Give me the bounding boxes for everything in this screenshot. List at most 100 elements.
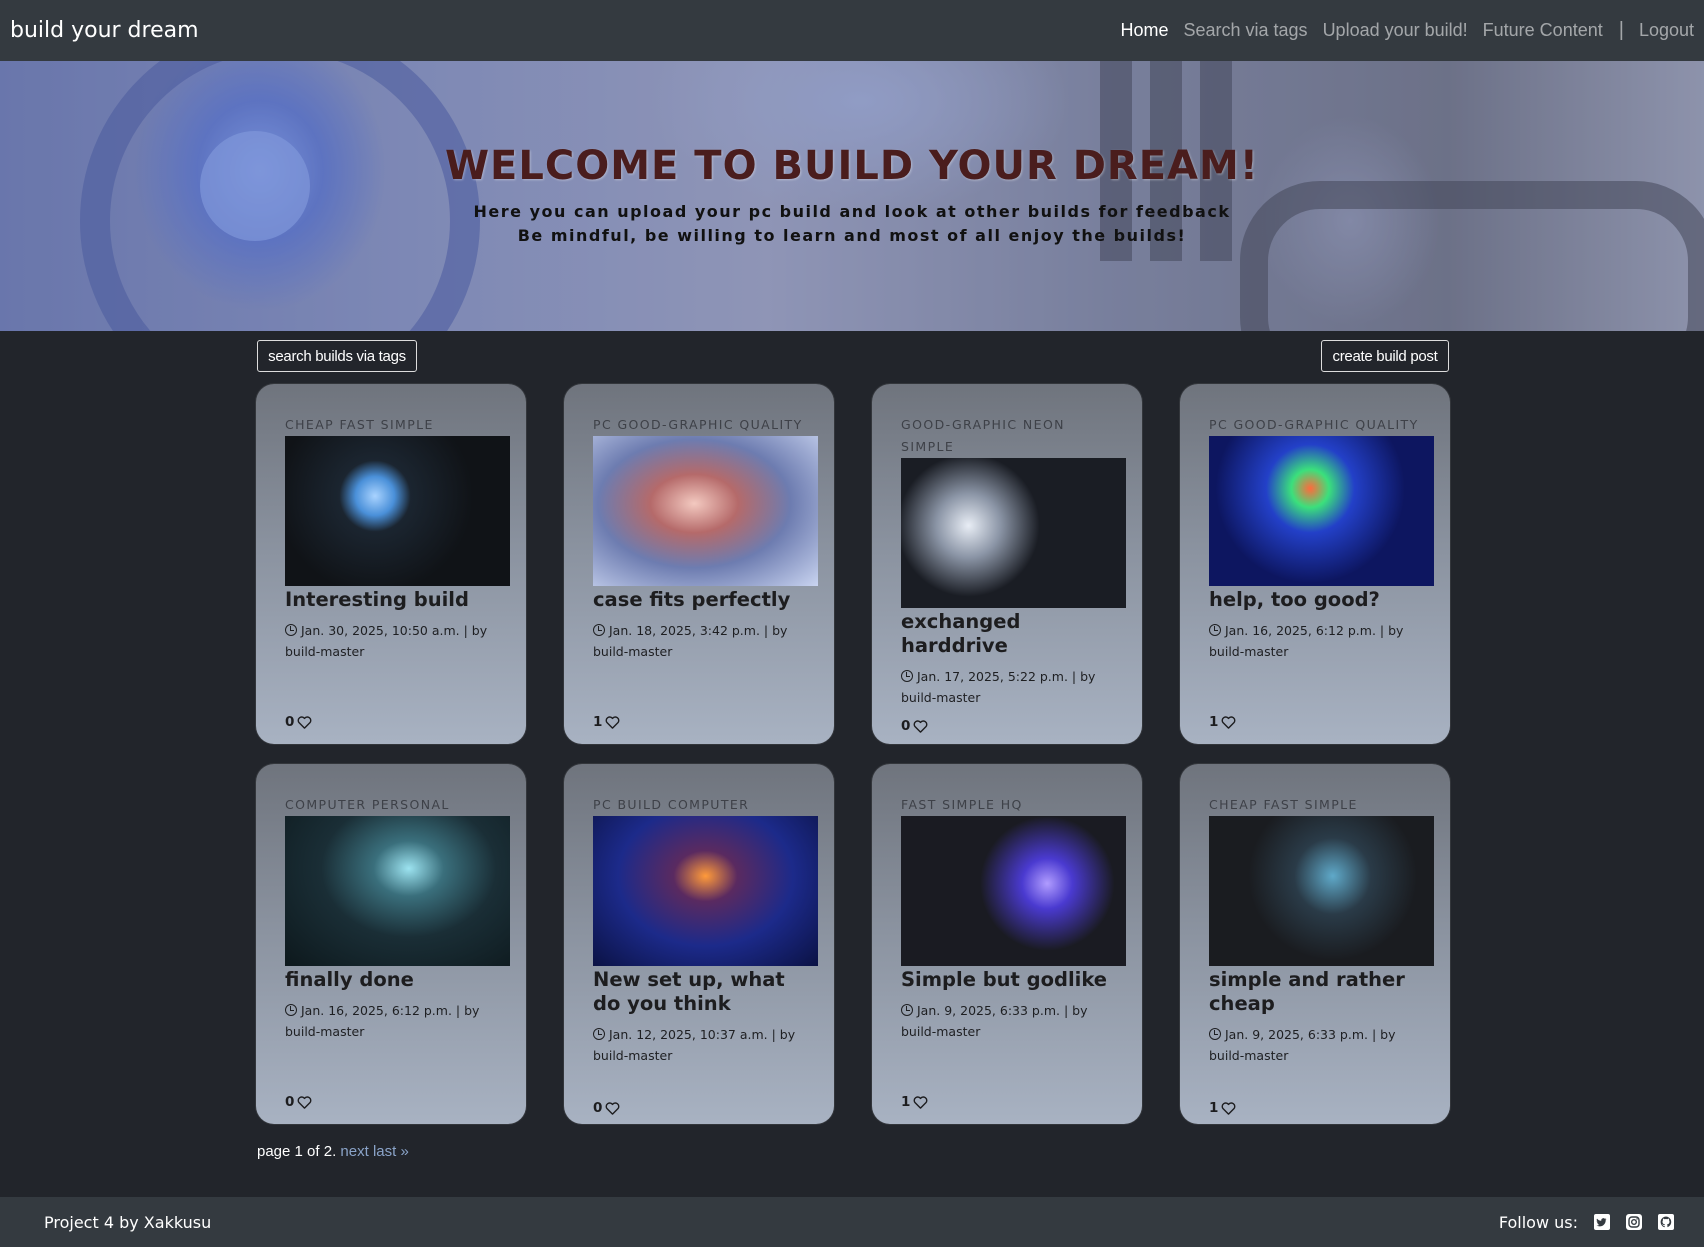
like-count-value: 1 (1209, 1100, 1219, 1116)
post-meta: Jan. 17, 2025, 5:22 p.m. | by build-mast… (901, 666, 1113, 708)
brand-link[interactable]: build your dream (10, 18, 199, 43)
hero-title: WELCOME TO BUILD YOUR DREAM! (444, 143, 1260, 189)
post-meta: Jan. 16, 2025, 6:12 p.m. | by build-mast… (285, 1000, 497, 1042)
post-title[interactable]: Interesting build (285, 588, 497, 612)
clock-icon (901, 1004, 913, 1016)
post-title[interactable]: case fits perfectly (593, 588, 805, 612)
clock-icon (1209, 1028, 1221, 1040)
like-count-value: 0 (593, 1100, 603, 1116)
post-meta-text: Jan. 12, 2025, 10:37 a.m. | by build-mas… (593, 1027, 796, 1063)
footer-social: Follow us: (1499, 1213, 1674, 1232)
heart-icon[interactable] (297, 715, 312, 729)
nav-home[interactable]: Home (1120, 20, 1168, 41)
like-count: 0 (593, 1100, 620, 1116)
like-count: 0 (285, 714, 312, 730)
pc-build-photo-glass-case[interactable] (901, 816, 1126, 966)
post-title[interactable]: exchanged harddrive (901, 610, 1113, 658)
pagination: page 1 of 2. next last » (257, 1143, 409, 1160)
post-meta-text: Jan. 16, 2025, 6:12 p.m. | by build-mast… (285, 1003, 480, 1039)
post-title[interactable]: New set up, what do you think (593, 968, 805, 1016)
post-title[interactable]: finally done (285, 968, 497, 992)
post-meta: Jan. 9, 2025, 6:33 p.m. | by build-maste… (901, 1000, 1113, 1042)
post-card[interactable]: CHEAP FAST SIMPLE Interesting build Jan. 3… (256, 384, 526, 744)
like-count-value: 1 (901, 1094, 911, 1110)
github-icon[interactable] (1658, 1214, 1674, 1230)
heart-icon[interactable] (297, 1095, 312, 1109)
clock-icon (901, 670, 913, 682)
post-meta: Jan. 9, 2025, 6:33 p.m. | by build-maste… (1209, 1024, 1421, 1066)
like-count: 1 (1209, 1100, 1236, 1116)
heart-icon[interactable] (605, 715, 620, 729)
like-count-value: 0 (901, 718, 911, 734)
follow-us-label: Follow us: (1498, 1212, 1578, 1232)
pc-build-photo-blue-aio-cooler[interactable] (285, 436, 510, 586)
post-tags: CHEAP FAST SIMPLE (285, 417, 434, 432)
heart-icon[interactable] (605, 1101, 620, 1115)
like-count: 1 (593, 714, 620, 730)
post-card[interactable]: PC GOOD-GRAPHIC QUALITY help, too good? Ja… (1180, 384, 1450, 744)
create-build-post-button[interactable]: create build post (1321, 340, 1449, 372)
post-title[interactable]: Simple but godlike (901, 968, 1113, 992)
post-card[interactable]: COMPUTER PERSONAL finally done Jan. 16, 20… (256, 764, 526, 1124)
clock-icon (285, 624, 297, 636)
heart-icon[interactable] (913, 719, 928, 733)
nav-search-tags[interactable]: Search via tags (1183, 20, 1307, 41)
hero-subtitle-line2: Be mindful, be willing to learn and most… (517, 226, 1187, 245)
like-count-value: 1 (1209, 714, 1219, 730)
pc-build-photo-dark-rog[interactable] (285, 816, 510, 966)
post-card[interactable]: PC GOOD-GRAPHIC QUALITY case fits perfect… (564, 384, 834, 744)
like-count: 0 (901, 718, 928, 734)
navbar: build your dream Home Search via tags Up… (0, 0, 1704, 61)
pagination-next-link[interactable]: next (340, 1143, 368, 1160)
like-count-value: 0 (285, 1094, 295, 1110)
pc-build-photo-geforce-rtx[interactable] (593, 816, 818, 966)
pc-build-photo-white-fans[interactable] (901, 458, 1126, 608)
heart-icon[interactable] (1221, 715, 1236, 729)
post-title[interactable]: simple and rather cheap (1209, 968, 1421, 1016)
post-meta-text: Jan. 30, 2025, 10:50 a.m. | by build-mas… (285, 623, 488, 659)
post-card[interactable]: GOOD-GRAPHIC NEON SIMPLE exchanged harddr… (872, 384, 1142, 744)
clock-icon (593, 1028, 605, 1040)
post-tags: PC GOOD-GRAPHIC QUALITY (1209, 417, 1419, 432)
pc-build-photo-custom-loop[interactable] (593, 436, 818, 586)
post-tags: PC GOOD-GRAPHIC QUALITY (593, 417, 803, 432)
post-meta: Jan. 12, 2025, 10:37 a.m. | by build-mas… (593, 1024, 805, 1066)
heart-icon[interactable] (1221, 1101, 1236, 1115)
hero-subtitle-line1: Here you can upload your pc build and lo… (473, 202, 1231, 221)
pc-build-photo-rtx-closeup[interactable] (1209, 816, 1434, 966)
search-builds-button[interactable]: search builds via tags (257, 340, 417, 372)
clock-icon (285, 1004, 297, 1016)
clock-icon (593, 624, 605, 636)
post-tags: CHEAP FAST SIMPLE (1209, 797, 1358, 812)
post-card[interactable]: CHEAP FAST SIMPLE simple and rather cheap… (1180, 764, 1450, 1124)
nav-future-content[interactable]: Future Content (1483, 20, 1603, 41)
like-count-value: 0 (285, 714, 295, 730)
post-meta: Jan. 30, 2025, 10:50 a.m. | by build-mas… (285, 620, 497, 662)
post-meta: Jan. 18, 2025, 3:42 p.m. | by build-mast… (593, 620, 805, 662)
heart-icon[interactable] (913, 1095, 928, 1109)
nav-upload-build[interactable]: Upload your build! (1323, 20, 1468, 41)
twitter-icon[interactable] (1594, 1214, 1610, 1230)
post-meta-text: Jan. 18, 2025, 3:42 p.m. | by build-mast… (593, 623, 788, 659)
post-title[interactable]: help, too good? (1209, 588, 1421, 612)
hero-banner: WELCOME TO BUILD YOUR DREAM! Here you ca… (0, 61, 1704, 331)
pc-build-photo-rgb-fans[interactable] (1209, 436, 1434, 586)
post-tags: COMPUTER PERSONAL (285, 797, 450, 812)
instagram-icon[interactable] (1626, 1214, 1642, 1230)
nav-logout[interactable]: Logout (1639, 20, 1694, 41)
like-count: 1 (901, 1094, 928, 1110)
post-meta-text: Jan. 9, 2025, 6:33 p.m. | by build-maste… (1209, 1027, 1396, 1063)
post-meta-text: Jan. 16, 2025, 6:12 p.m. | by build-mast… (1209, 623, 1404, 659)
nav-separator: | (1618, 19, 1624, 41)
like-count: 1 (1209, 714, 1236, 730)
post-card[interactable]: PC BUILD COMPUTER New set up, what do you… (564, 764, 834, 1124)
post-tags: PC BUILD COMPUTER (593, 797, 750, 812)
pagination-status: page 1 of 2. (257, 1143, 337, 1160)
post-card[interactable]: FAST SIMPLE HQ Simple but godlike Jan. 9, … (872, 764, 1142, 1124)
post-meta: Jan. 16, 2025, 6:12 p.m. | by build-mast… (1209, 620, 1421, 662)
post-tags: FAST SIMPLE HQ (901, 797, 1023, 812)
post-tags: GOOD-GRAPHIC NEON SIMPLE (901, 417, 1065, 454)
like-count: 0 (285, 1094, 312, 1110)
pagination-last-link[interactable]: last » (373, 1143, 409, 1160)
footer: Project 4 by Xakkusu Follow us: (0, 1197, 1704, 1247)
